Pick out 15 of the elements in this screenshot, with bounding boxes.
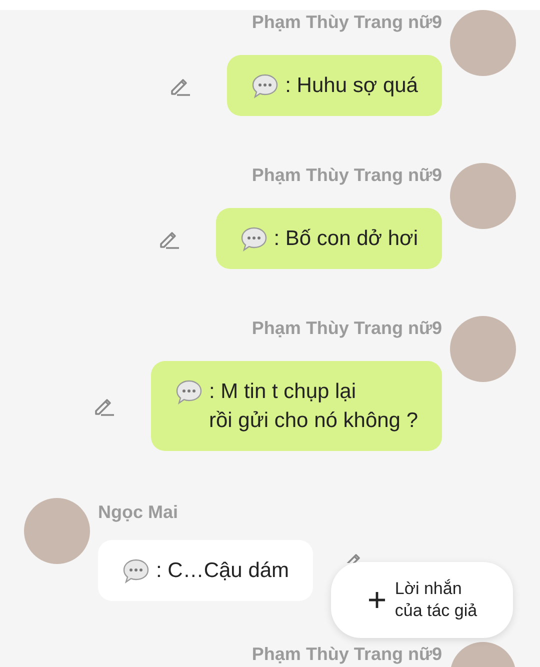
message-text: : Bố con dở hơi	[274, 226, 418, 252]
speech-bubble-icon	[251, 72, 280, 100]
speech-bubble-icon	[240, 225, 268, 253]
sender-name: Ngọc Mai	[98, 501, 178, 524]
message-text: : C…Cậu dám	[156, 558, 290, 584]
speech-bubble-icon	[174, 378, 203, 406]
author-note-button[interactable]: Lời nhắn của tác giả	[331, 562, 513, 638]
message-text: : Huhu sợ quá	[285, 73, 418, 99]
speech-bubble-icon	[122, 557, 150, 585]
sender-name: Phạm Thùy Trang nữ9	[252, 317, 442, 340]
sender-name: Phạm Thùy Trang nữ9	[252, 643, 442, 666]
plus-icon	[366, 590, 387, 610]
sender-name: Phạm Thùy Trang nữ9	[252, 164, 442, 187]
sender-name: Phạm Thùy Trang nữ9	[252, 11, 442, 34]
message-text: : M tin t chụp lại rồi gửi cho nó không ?	[208, 379, 418, 434]
